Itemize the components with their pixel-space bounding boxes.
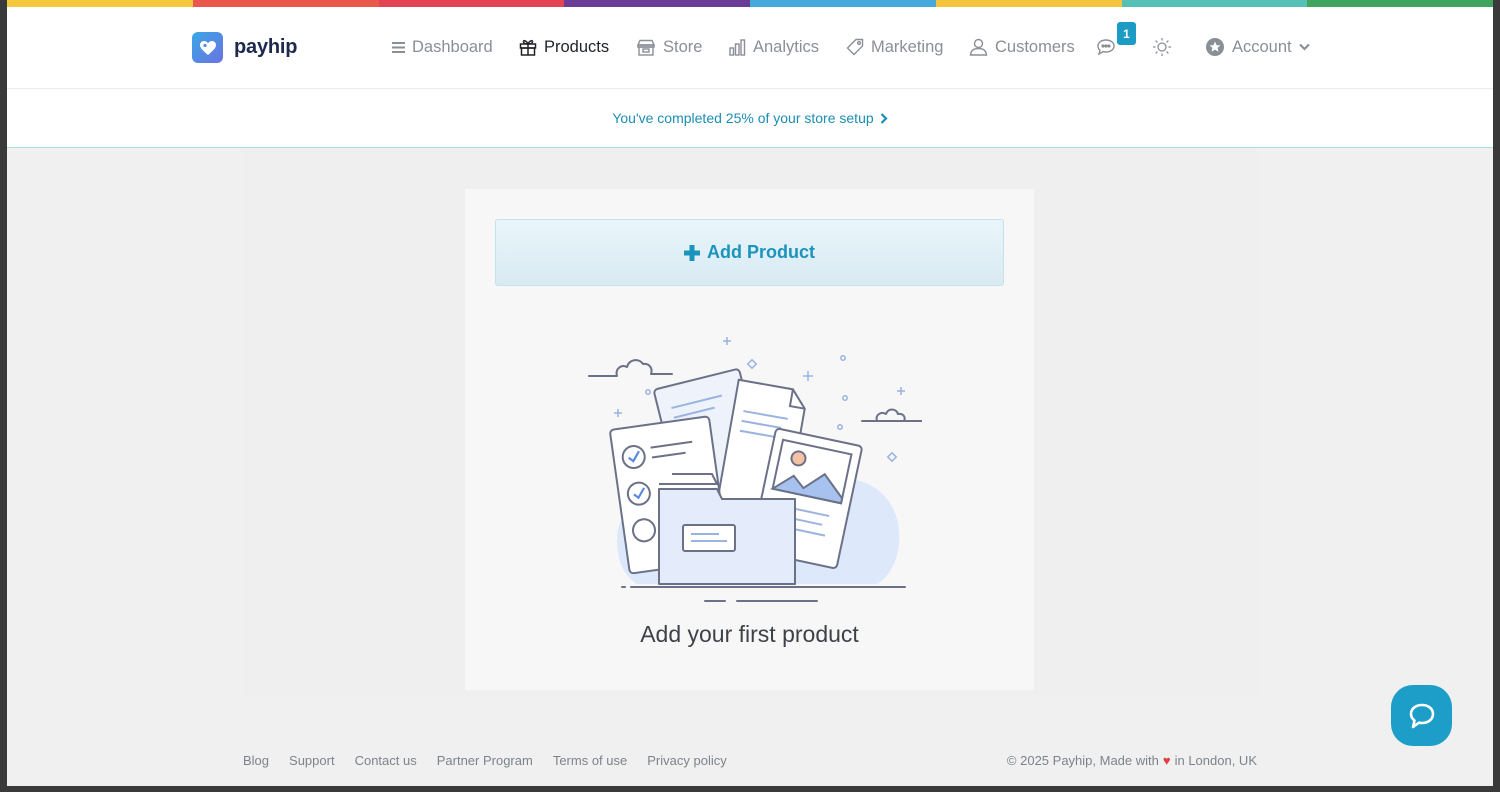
nav-account[interactable]: Account [1205, 35, 1310, 59]
tag-icon [846, 38, 864, 56]
nav-messages[interactable] [1096, 35, 1118, 59]
nav-customers[interactable]: Customers [969, 35, 1075, 59]
nav-account-label: Account [1232, 37, 1292, 56]
nav-dashboard[interactable]: Dashboard [392, 35, 493, 59]
copyright: © 2025 Payhip, Made with ♥ in London, UK [1007, 753, 1257, 768]
logo[interactable]: payhip [192, 32, 297, 63]
footer-link-contact[interactable]: Contact us [355, 753, 417, 768]
empty-products-card: Add Product Add your first product [465, 189, 1034, 690]
empty-products-illustration [588, 337, 922, 602]
nav-marketing[interactable]: Marketing [846, 35, 943, 59]
bar-chart-icon [729, 38, 746, 56]
chevron-down-icon [1298, 43, 1310, 51]
footer-link-terms[interactable]: Terms of use [553, 753, 627, 768]
footer-link-support[interactable]: Support [289, 753, 335, 768]
rainbow-bar [7, 0, 1493, 7]
add-product-label: Add Product [707, 242, 815, 262]
chat-icon [1097, 38, 1115, 55]
chevron-right-icon [880, 112, 888, 124]
nav-analytics-label: Analytics [753, 37, 820, 56]
copyright-prefix: © 2025 Payhip, Made with [1006, 752, 1159, 768]
nav-store-label: Store [663, 37, 703, 56]
sun-icon [1153, 38, 1171, 56]
store-setup-progress[interactable]: You've completed 25% of your store setup [7, 89, 1493, 148]
star-badge-icon [1206, 38, 1224, 56]
nav-products[interactable]: Products [519, 35, 609, 59]
footer: Blog Support Contact us Partner Program … [243, 750, 1257, 770]
menu-icon [392, 41, 405, 53]
store-icon [636, 39, 656, 56]
brand-name: payhip [234, 36, 298, 58]
copyright-suffix: in London, UK [1174, 752, 1257, 768]
footer-links: Blog Support Contact us Partner Program … [243, 753, 727, 768]
gift-icon [519, 39, 537, 56]
user-icon [969, 38, 988, 56]
empty-state-title: Add your first product [640, 621, 859, 647]
help-chat-button[interactable] [1391, 685, 1452, 746]
footer-link-privacy[interactable]: Privacy policy [647, 753, 726, 768]
nav-customers-label: Customers [995, 37, 1075, 56]
nav-dashboard-label: Dashboard [412, 37, 493, 56]
theme-toggle[interactable] [1152, 35, 1172, 59]
footer-link-partner[interactable]: Partner Program [437, 753, 533, 768]
add-product-button[interactable]: Add Product [495, 219, 1004, 286]
heart-icon: ♥ [1162, 752, 1171, 768]
setup-progress-text: You've completed 25% of your store setup [612, 110, 874, 126]
top-header: payhip Dashboard Products Store Analytic… [7, 7, 1493, 89]
browser-window: payhip Dashboard Products Store Analytic… [7, 0, 1493, 786]
nav-products-label: Products [544, 37, 610, 56]
footer-link-blog[interactable]: Blog [243, 753, 269, 768]
plus-icon [684, 244, 700, 261]
nav-analytics[interactable]: Analytics [729, 35, 819, 59]
heart-tag-icon [192, 32, 223, 63]
nav-store[interactable]: Store [636, 35, 702, 59]
speech-bubble-icon [1409, 703, 1434, 728]
messages-badge: 1 [1117, 22, 1136, 45]
nav-marketing-label: Marketing [871, 37, 944, 56]
